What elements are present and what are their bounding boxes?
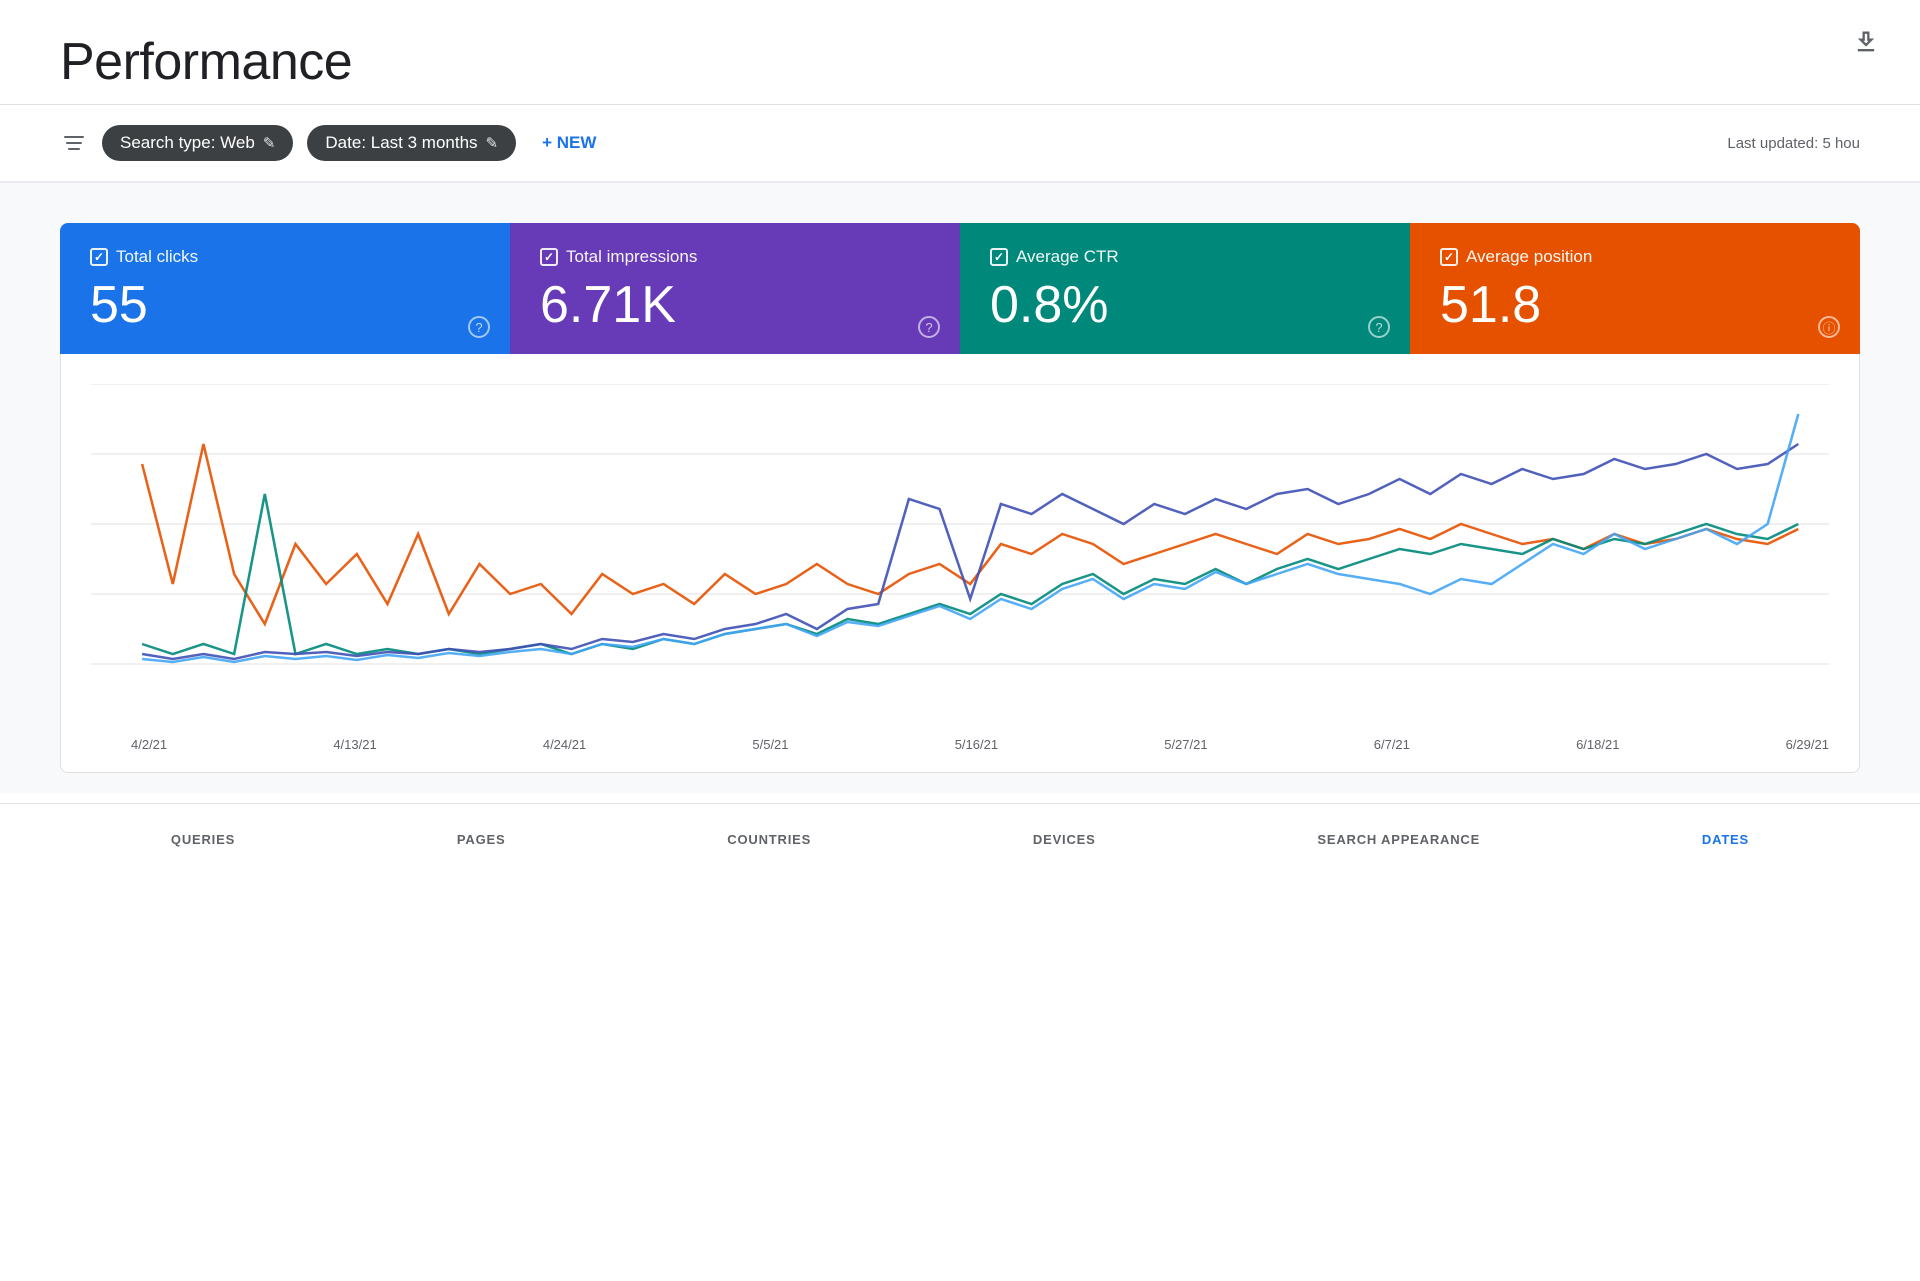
clicks-help-icon[interactable]: ? xyxy=(468,316,490,338)
ctr-checkbox-icon xyxy=(990,248,1008,266)
x-label-2: 4/24/21 xyxy=(543,737,586,752)
ctr-label: Average CTR xyxy=(1016,247,1119,267)
tab-queries[interactable]: QUERIES xyxy=(151,824,255,855)
chart-container: 4/2/21 4/13/21 4/24/21 5/5/21 5/16/21 5/… xyxy=(60,354,1860,773)
page-title: Performance xyxy=(60,32,1860,92)
x-label-1: 4/13/21 xyxy=(333,737,376,752)
position-label: Average position xyxy=(1466,247,1592,267)
metric-card-ctr-header: Average CTR xyxy=(990,247,1380,267)
x-label-0: 4/2/21 xyxy=(131,737,167,752)
x-label-3: 5/5/21 xyxy=(752,737,788,752)
metric-card-clicks[interactable]: Total clicks 55 ? xyxy=(60,223,510,354)
position-help-icon[interactable]: ⓘ xyxy=(1818,316,1840,338)
tab-dates[interactable]: DATES xyxy=(1682,824,1769,855)
date-label: Date: Last 3 months xyxy=(325,133,477,153)
metric-card-position[interactable]: Average position 51.8 ⓘ xyxy=(1410,223,1860,354)
search-type-label: Search type: Web xyxy=(120,133,255,153)
new-button-label: + NEW xyxy=(542,133,596,153)
header: Performance xyxy=(0,0,1920,105)
position-checkbox-icon xyxy=(1440,248,1458,266)
metric-card-position-header: Average position xyxy=(1440,247,1830,267)
last-updated-text: Last updated: 5 hou xyxy=(1727,135,1860,152)
main-content: Total clicks 55 ? Total impressions 6.71… xyxy=(0,183,1920,793)
x-label-5: 5/27/21 xyxy=(1164,737,1207,752)
impressions-value: 6.71K xyxy=(540,277,930,334)
clicks-value: 55 xyxy=(90,277,480,334)
tab-pages[interactable]: PAGES xyxy=(437,824,526,855)
download-icon[interactable] xyxy=(1852,28,1880,61)
tab-search-appearance[interactable]: SEARCH APPEARANCE xyxy=(1297,824,1500,855)
impressions-checkbox-icon xyxy=(540,248,558,266)
date-edit-icon: ✎ xyxy=(486,134,499,152)
metric-card-ctr[interactable]: Average CTR 0.8% ? xyxy=(960,223,1410,354)
search-type-edit-icon: ✎ xyxy=(263,134,276,152)
x-label-6: 6/7/21 xyxy=(1374,737,1410,752)
x-label-8: 6/29/21 xyxy=(1786,737,1829,752)
bottom-tabs: QUERIES PAGES COUNTRIES DEVICES SEARCH A… xyxy=(0,803,1920,865)
chart-x-labels: 4/2/21 4/13/21 4/24/21 5/5/21 5/16/21 5/… xyxy=(91,729,1829,752)
tab-countries[interactable]: COUNTRIES xyxy=(707,824,831,855)
filter-icon[interactable] xyxy=(60,132,88,154)
impressions-help-icon[interactable]: ? xyxy=(918,316,940,338)
toolbar: Search type: Web ✎ Date: Last 3 months ✎… xyxy=(0,105,1920,183)
impressions-label: Total impressions xyxy=(566,247,697,267)
metric-card-clicks-header: Total clicks xyxy=(90,247,480,267)
metric-card-impressions[interactable]: Total impressions 6.71K ? xyxy=(510,223,960,354)
date-chip[interactable]: Date: Last 3 months ✎ xyxy=(307,125,516,161)
new-button[interactable]: + NEW xyxy=(530,125,608,161)
tab-devices[interactable]: DEVICES xyxy=(1013,824,1116,855)
clicks-label: Total clicks xyxy=(116,247,198,267)
search-type-chip[interactable]: Search type: Web ✎ xyxy=(102,125,293,161)
metric-card-impressions-header: Total impressions xyxy=(540,247,930,267)
ctr-value: 0.8% xyxy=(990,277,1380,334)
performance-chart xyxy=(91,384,1829,724)
page-wrapper: Performance Search type: Web ✎ Date: Las… xyxy=(0,0,1920,1281)
position-value: 51.8 xyxy=(1440,277,1830,334)
x-label-4: 5/16/21 xyxy=(955,737,998,752)
metric-cards: Total clicks 55 ? Total impressions 6.71… xyxy=(60,223,1860,354)
clicks-checkbox-icon xyxy=(90,248,108,266)
ctr-help-icon[interactable]: ? xyxy=(1368,316,1390,338)
x-label-7: 6/18/21 xyxy=(1576,737,1619,752)
